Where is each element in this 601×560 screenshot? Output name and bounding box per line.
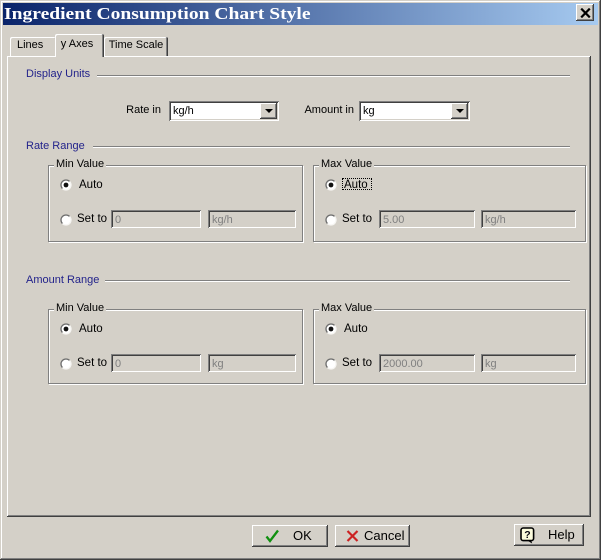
- svg-text:?: ?: [524, 529, 530, 541]
